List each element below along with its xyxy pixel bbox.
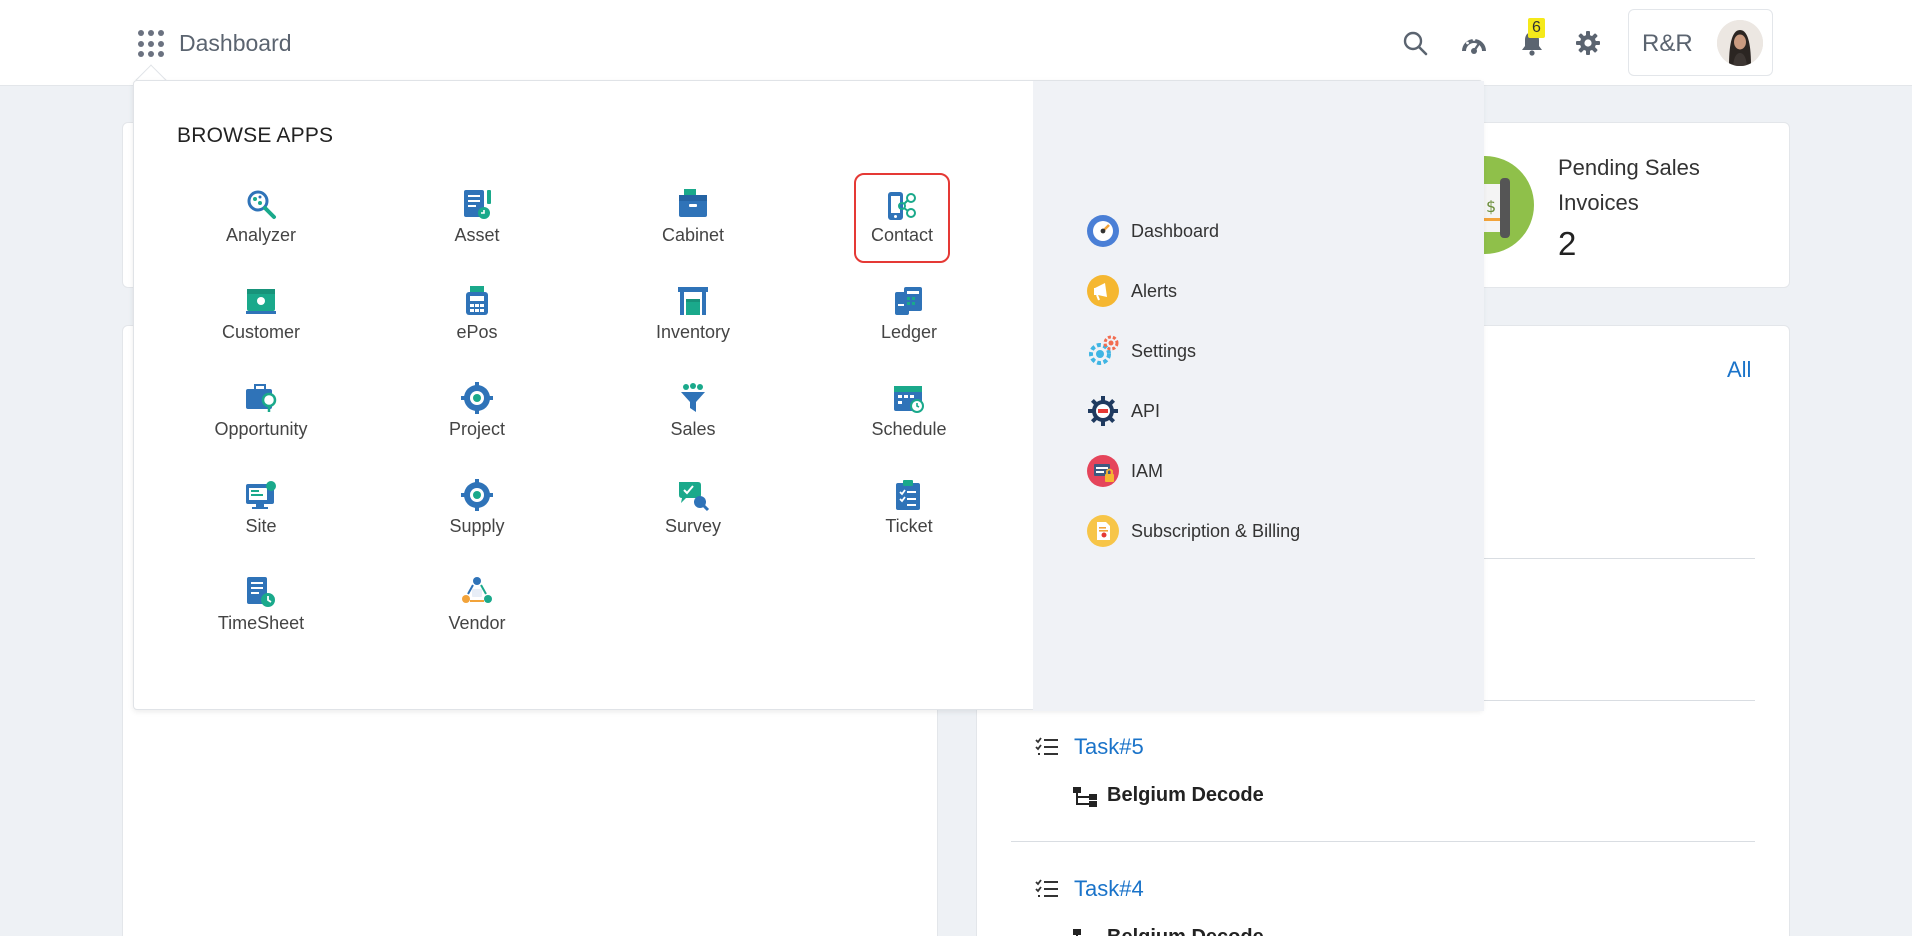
app-label: Supply	[449, 516, 505, 536]
app-label: Site	[245, 516, 277, 536]
quick-links-panel: Dashboard Alerts Settings API IAM Subscr…	[1033, 81, 1484, 711]
app-ledger[interactable]: Ledger	[834, 268, 984, 358]
app-label: TimeSheet	[217, 613, 305, 633]
app-epos[interactable]: ePos	[402, 268, 552, 358]
app-label: Ledger	[880, 322, 938, 342]
app-cabinet[interactable]: Cabinet	[618, 171, 768, 261]
app-survey[interactable]: Survey	[618, 462, 768, 552]
customer-icon	[246, 289, 276, 314]
app-label: Contact	[870, 225, 934, 245]
app-label: Inventory	[655, 322, 731, 342]
quick-link-label: Subscription & Billing	[1131, 520, 1301, 541]
task-link[interactable]: Task#5	[1074, 734, 1144, 760]
app-asset[interactable]: Asset	[402, 171, 552, 261]
app-label: Opportunity	[214, 419, 308, 439]
survey-icon	[679, 482, 710, 512]
quick-link-label: API	[1131, 400, 1161, 421]
notification-count-badge: 6	[1528, 18, 1545, 38]
app-label: ePos	[456, 322, 498, 342]
dashboard-gauge-icon	[1087, 215, 1119, 247]
task-list-icon	[1035, 737, 1058, 755]
app-label: Project	[448, 419, 506, 439]
quick-link-alerts[interactable]: Alerts	[1087, 273, 1177, 309]
user-initials: R&R	[1642, 30, 1693, 57]
app-supply[interactable]: Supply	[402, 462, 552, 552]
task-link[interactable]: Task#4	[1074, 876, 1144, 902]
app-customer[interactable]: Customer	[186, 268, 336, 358]
app-vendor[interactable]: Vendor	[402, 559, 552, 649]
task-project-name: Belgium Decode	[1107, 926, 1264, 936]
speedometer-icon[interactable]	[1459, 28, 1489, 58]
quick-link-api[interactable]: API	[1087, 393, 1160, 429]
analyzer-icon	[247, 190, 276, 219]
app-label: Customer	[221, 322, 301, 342]
contact-icon	[888, 192, 916, 220]
app-site[interactable]: Site	[186, 462, 336, 552]
browse-apps-dropdown: BROWSE APPS Analyzer Asset Cabinet Conta…	[133, 80, 1484, 711]
project-hierarchy-icon	[1073, 787, 1097, 807]
opportunity-icon	[246, 384, 277, 412]
search-icon[interactable]	[1400, 28, 1430, 58]
app-analyzer[interactable]: Analyzer	[186, 171, 336, 261]
app-label: Analyzer	[225, 225, 297, 245]
app-label: Sales	[670, 419, 716, 439]
timesheet-icon	[247, 577, 275, 607]
site-icon	[246, 481, 276, 509]
quick-link-label: Settings	[1131, 340, 1197, 361]
app-label: Survey	[664, 516, 722, 536]
app-project[interactable]: Project	[402, 365, 552, 455]
quick-link-label: IAM	[1131, 460, 1164, 481]
app-schedule[interactable]: Schedule	[834, 365, 984, 455]
ticket-icon	[896, 480, 920, 510]
megaphone-icon	[1087, 275, 1119, 307]
quick-link-label: Alerts	[1131, 280, 1178, 301]
vendor-icon	[462, 577, 492, 603]
pending-sales-invoices-value: 2	[1558, 225, 1577, 262]
gears-icon	[1087, 335, 1119, 367]
svg-text:$: $	[1486, 197, 1496, 216]
quick-link-subscription-billing[interactable]: Subscription & Billing	[1087, 513, 1300, 549]
app-opportunity[interactable]: Opportunity	[186, 365, 336, 455]
project-hierarchy-icon	[1073, 929, 1081, 936]
divider	[1011, 841, 1755, 842]
view-all-link[interactable]: All	[1727, 357, 1751, 383]
app-label: Ticket	[885, 516, 933, 536]
page-title: Dashboard	[179, 30, 292, 56]
app-ticket[interactable]: Ticket	[834, 462, 984, 552]
app-timesheet[interactable]: TimeSheet	[186, 559, 336, 649]
user-menu[interactable]: R&R	[1628, 9, 1773, 76]
app-label: Schedule	[871, 419, 947, 439]
avatar	[1717, 20, 1763, 66]
gear-icon[interactable]	[1573, 28, 1603, 58]
quick-link-label: Dashboard	[1131, 220, 1220, 241]
iam-lock-icon	[1087, 455, 1119, 487]
task-list-icon	[1035, 879, 1058, 897]
ledger-icon	[895, 287, 922, 315]
api-gear-icon	[1087, 395, 1119, 427]
cabinet-icon	[679, 189, 707, 217]
app-launcher-grid-icon[interactable]	[138, 30, 166, 58]
asset-icon	[464, 190, 491, 219]
app-label: Asset	[454, 225, 500, 245]
app-sales[interactable]: Sales	[618, 365, 768, 455]
inventory-icon	[678, 287, 708, 315]
pending-sales-invoices-title: Pending Sales Invoices	[1558, 155, 1700, 215]
app-label: Cabinet	[661, 225, 725, 245]
sales-icon	[681, 383, 705, 412]
task-project-name: Belgium Decode	[1107, 784, 1264, 806]
browse-apps-title: BROWSE APPS	[177, 124, 334, 147]
top-bar: Dashboard 6 R&R	[0, 0, 1912, 86]
project-icon	[461, 382, 493, 414]
app-contact[interactable]: Contact	[854, 173, 950, 263]
quick-link-dashboard[interactable]: Dashboard	[1087, 213, 1219, 249]
app-label: Vendor	[448, 613, 506, 633]
app-inventory[interactable]: Inventory	[618, 268, 768, 358]
schedule-icon	[894, 386, 924, 413]
supply-icon	[461, 479, 493, 511]
epos-icon	[466, 286, 488, 315]
billing-document-icon	[1087, 515, 1119, 547]
quick-link-settings[interactable]: Settings	[1087, 333, 1196, 369]
quick-link-iam[interactable]: IAM	[1087, 453, 1163, 489]
